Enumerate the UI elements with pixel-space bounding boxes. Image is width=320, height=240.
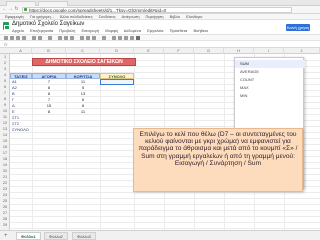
grid-line <box>10 222 320 223</box>
row-header[interactable]: 29 <box>0 222 10 228</box>
menu-file[interactable]: Αρχείο <box>12 28 24 33</box>
lock-icon <box>24 8 27 11</box>
borders-icon[interactable] <box>92 36 96 40</box>
link-icon[interactable] <box>112 36 116 40</box>
back-icon[interactable]: ← <box>2 7 7 12</box>
sheet-tab-bar: + Φύλλο1 Φύλλο2 Φύλλο3 <box>0 230 320 240</box>
grid-line <box>10 192 320 193</box>
doc-header: Δημοτικό Σχολείο Σαγείκων Αρχείο Επεξεργ… <box>0 20 320 34</box>
menu-addons[interactable]: Πρόσθετα <box>170 28 188 33</box>
url-field[interactable]: https://docs.google.com/spreadsheets/d/1… <box>22 7 292 13</box>
formula-bar[interactable]: fx <box>0 41 320 48</box>
menu-format[interactable]: Μορφή <box>105 28 118 33</box>
grid-line <box>10 198 320 199</box>
sheet-tab[interactable]: Φύλλο2 <box>44 232 68 240</box>
bookmark-item[interactable]: Ελεύθερο <box>186 15 202 19</box>
reload-icon[interactable]: ↻ <box>14 7 19 12</box>
bookmark-item[interactable]: Εφαρμογές <box>5 15 24 19</box>
girls-cell[interactable]: 11 <box>66 109 100 115</box>
menu-bar: Αρχείο Επεξεργασία Προβολή Εισαγωγή Μορφ… <box>12 28 213 33</box>
url-text: https://docs.google.com/spreadsheets/d/1… <box>29 8 167 13</box>
percent-icon[interactable] <box>38 36 42 40</box>
grid-line <box>10 228 320 229</box>
function-item-max[interactable]: MAX <box>235 84 305 92</box>
sum-function-icon[interactable] <box>136 36 140 40</box>
bookmark-item[interactable]: Για γρήγορη... <box>30 15 54 19</box>
row-header-bar: 1 2 3 4 5 6 7 8 9 10 11 12 13 14 15 16 1… <box>0 54 10 232</box>
bookmark-item[interactable]: Βιβλίο <box>170 15 180 19</box>
fx-label: fx <box>4 42 8 47</box>
paint-format-icon[interactable] <box>22 36 26 40</box>
boys-cell[interactable]: 8 <box>32 109 66 115</box>
menu-edit[interactable]: Επεξεργασία <box>30 28 53 33</box>
menu-tools[interactable]: Εργαλεία <box>147 28 163 33</box>
function-item-count[interactable]: COUNT <box>235 76 305 84</box>
chart-icon[interactable] <box>124 36 128 40</box>
undo-icon[interactable] <box>10 36 14 40</box>
filter-icon[interactable] <box>130 36 134 40</box>
function-item-min[interactable]: MIN <box>235 92 305 100</box>
selected-cell-d7[interactable] <box>100 79 134 85</box>
italic-icon[interactable] <box>64 36 68 40</box>
grid-line <box>10 204 320 205</box>
fill-color-icon[interactable] <box>86 36 90 40</box>
comment-icon[interactable] <box>118 36 122 40</box>
grid-line <box>10 216 320 217</box>
sheet-tab[interactable]: Φύλλο1 <box>16 232 41 240</box>
instruction-caption: Επιλέγω το κελί που θέλω (D7 – οι συντετ… <box>133 128 303 192</box>
instruction-text: Επιλέγω το κελί που θέλω (D7 – οι συντετ… <box>138 131 298 167</box>
grid-line <box>10 210 320 211</box>
function-item-sum[interactable]: SUM <box>235 60 305 68</box>
print-icon[interactable] <box>4 36 8 40</box>
bookmark-item[interactable]: Άλλοι σελιδοδείκτες <box>60 15 93 19</box>
toolbar <box>0 34 320 41</box>
bold-icon[interactable] <box>58 36 62 40</box>
currency-icon[interactable] <box>32 36 36 40</box>
menu-data[interactable]: Δεδομένα <box>124 28 141 33</box>
address-bar: ← → ↻ https://docs.google.com/spreadshee… <box>0 6 320 14</box>
share-button[interactable]: Κοινή χρήση <box>286 24 310 31</box>
total-row-label[interactable]: ΣΥΝΟΛΟ <box>10 127 32 133</box>
sheets-logo-icon[interactable] <box>3 22 10 30</box>
forward-icon[interactable]: → <box>8 7 13 12</box>
menu-help[interactable]: Βοήθεια <box>193 28 207 33</box>
align-icon[interactable] <box>102 36 106 40</box>
font-icon[interactable] <box>48 36 52 40</box>
doc-title[interactable]: Δημοτικό Σχολείο Σαγείκων <box>12 21 84 28</box>
bookmark-item[interactable]: Ανάγνωση <box>122 15 140 19</box>
bookmark-item[interactable]: Συνδέσεις <box>99 15 116 19</box>
sheet-tab[interactable]: Φύλλο3 <box>72 232 96 240</box>
redo-icon[interactable] <box>16 36 20 40</box>
bookmark-item[interactable]: Περιήγηση <box>146 15 164 19</box>
text-color-icon[interactable] <box>80 36 84 40</box>
school-title-banner[interactable]: ΔΗΜΟΤΙΚΟ ΣΧΟΛΕΙΟ ΣΑΓΕΙΚΩΝ <box>32 58 136 66</box>
strikethrough-icon[interactable] <box>70 36 74 40</box>
add-sheet-icon[interactable]: + <box>4 232 8 240</box>
menu-insert[interactable]: Εισαγωγή <box>81 28 99 33</box>
menu-view[interactable]: Προβολή <box>59 28 75 33</box>
function-item-average[interactable]: AVERAGE <box>235 68 305 76</box>
